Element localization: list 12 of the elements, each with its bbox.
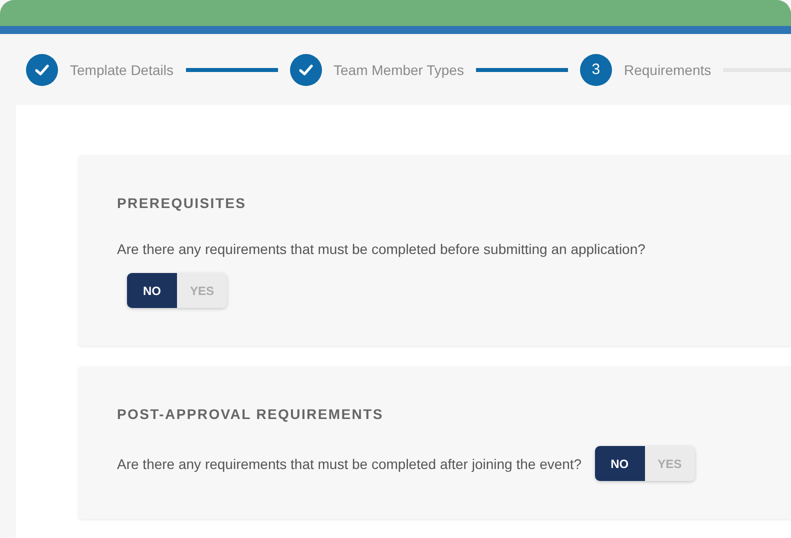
question-text: Are there any requirements that must be completed after joining the event? [117, 456, 582, 472]
step-label[interactable]: Template Details [70, 62, 174, 78]
toggle-option[interactable]: YES [644, 446, 695, 481]
toggle-option[interactable]: YES [177, 273, 227, 308]
section-title: PREREQUISITES [117, 195, 248, 211]
step-label[interactable]: Requirements [624, 62, 712, 78]
section-title: POST-APPROVAL REQUIREMENTS [117, 406, 384, 422]
step-number: 3 [580, 54, 612, 86]
toggle-option[interactable]: NO [127, 273, 177, 308]
step-label[interactable]: Team Member Types [334, 62, 464, 78]
question-text: Are there any requirements that must be completed before submitting an application? [117, 241, 646, 257]
toggle-option[interactable]: NO [594, 446, 645, 481]
